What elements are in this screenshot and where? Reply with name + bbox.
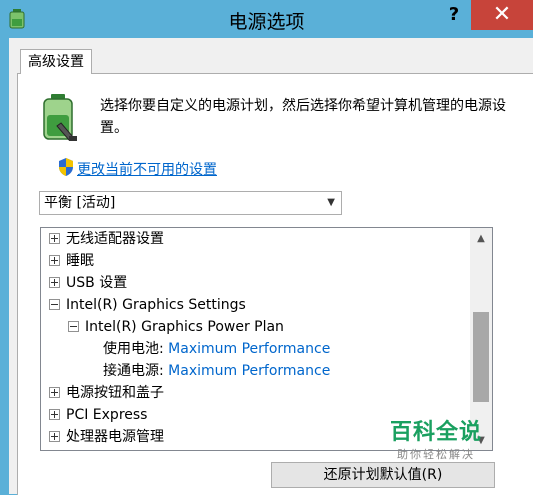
- tree-item-pci-express[interactable]: PCI Express: [49, 404, 147, 426]
- power-plan-select-value: 平衡 [活动]: [44, 195, 116, 211]
- expand-plus-icon[interactable]: [49, 254, 60, 266]
- expand-plus-icon[interactable]: [49, 386, 60, 398]
- title-bar: 电源选项 ? ✕: [0, 0, 533, 38]
- tree-item-sleep[interactable]: 睡眠: [49, 250, 94, 272]
- expand-plus-icon[interactable]: [49, 430, 60, 442]
- expand-plus-icon[interactable]: [49, 232, 60, 244]
- close-button[interactable]: ✕: [471, 0, 533, 30]
- expand-plus-icon[interactable]: [49, 276, 60, 288]
- collapse-minus-icon[interactable]: [49, 298, 60, 310]
- tab-advanced-settings[interactable]: 高级设置: [20, 49, 92, 74]
- tree-item-processor-power[interactable]: 处理器电源管理: [49, 426, 164, 448]
- description-text: 选择你要自定义的电源计划，然后选择你希望计算机管理的电源设置。: [100, 98, 506, 136]
- watermark-title: 百科全说: [389, 420, 482, 445]
- tree-item-wireless-adapter[interactable]: 无线适配器设置: [49, 228, 164, 250]
- expand-plus-icon[interactable]: [49, 408, 60, 420]
- watermark-logo: 百科全说 助你轻松解决: [380, 414, 492, 462]
- help-button[interactable]: ?: [440, 0, 468, 30]
- scroll-up-icon[interactable]: ▲: [470, 230, 492, 248]
- tree-item-plugged-in[interactable]: 接通电源: Maximum Performance: [103, 360, 330, 382]
- battery-icon: [43, 94, 77, 141]
- restore-defaults-button[interactable]: 还原计划默认值(R): [271, 462, 495, 488]
- change-unavailable-settings-link[interactable]: 更改当前不可用的设置: [77, 159, 217, 179]
- setting-value[interactable]: Maximum Performance: [168, 341, 330, 357]
- tree-item-power-buttons-lid[interactable]: 电源按钮和盖子: [49, 382, 164, 404]
- tree-item-on-battery[interactable]: 使用电池: Maximum Performance: [103, 338, 330, 360]
- setting-label: 接通电源:: [103, 363, 164, 379]
- collapse-minus-icon[interactable]: [68, 320, 79, 332]
- chevron-down-icon: ▼: [327, 197, 335, 208]
- tree-item-intel-graphics-settings[interactable]: Intel(R) Graphics Settings: [49, 294, 246, 316]
- watermark-subtitle: 助你轻松解决: [397, 448, 475, 461]
- setting-label: 使用电池:: [103, 341, 164, 357]
- setting-value[interactable]: Maximum Performance: [168, 363, 330, 379]
- tree-item-intel-graphics-power-plan[interactable]: Intel(R) Graphics Power Plan: [68, 316, 284, 338]
- scroll-thumb[interactable]: [473, 312, 489, 402]
- tree-item-usb[interactable]: USB 设置: [49, 272, 127, 294]
- uac-shield-icon: [59, 158, 73, 176]
- power-plan-select[interactable]: 平衡 [活动] ▼: [39, 191, 342, 215]
